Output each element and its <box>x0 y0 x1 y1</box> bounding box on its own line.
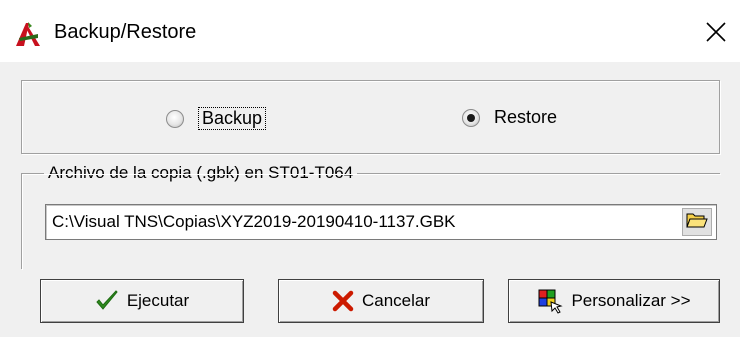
backup-path-value: C:\Visual TNS\Copias\XYZ2019-20190410-11… <box>52 212 456 231</box>
radio-circle-backup[interactable] <box>166 109 184 128</box>
title-bar: Backup/Restore <box>0 0 740 62</box>
cancel-button[interactable]: Cancelar <box>278 279 484 323</box>
customize-icon <box>537 288 564 314</box>
app-logo-icon <box>14 20 42 48</box>
backup-radio[interactable]: Backup <box>166 107 267 130</box>
backup-path-input[interactable]: C:\Visual TNS\Copias\XYZ2019-20190410-11… <box>45 204 717 240</box>
folder-open-icon <box>686 211 708 234</box>
browse-button[interactable] <box>682 208 712 236</box>
mode-group: Backup Restore <box>21 80 720 154</box>
x-mark-icon <box>332 290 354 312</box>
checkmark-icon <box>95 290 119 312</box>
file-group: Archivo de la copia (.gbk) en ST01-T064 … <box>21 163 720 269</box>
customize-button[interactable]: Personalizar >> <box>508 279 720 323</box>
file-group-legend: Archivo de la copia (.gbk) en ST01-T064 <box>44 163 358 183</box>
close-icon[interactable] <box>698 14 734 50</box>
window-title: Backup/Restore <box>54 21 197 43</box>
dialog-body: Backup Restore Archivo de la copia (.gbk… <box>0 62 740 337</box>
restore-label: Restore <box>494 107 558 127</box>
execute-label: Ejecutar <box>126 291 190 310</box>
cancel-label: Cancelar <box>361 291 431 310</box>
execute-button[interactable]: Ejecutar <box>40 279 244 323</box>
radio-circle-restore[interactable] <box>462 108 480 127</box>
customize-label: Personalizar >> <box>571 291 691 310</box>
backup-label: Backup <box>198 107 267 130</box>
restore-radio[interactable]: Restore <box>462 107 557 128</box>
